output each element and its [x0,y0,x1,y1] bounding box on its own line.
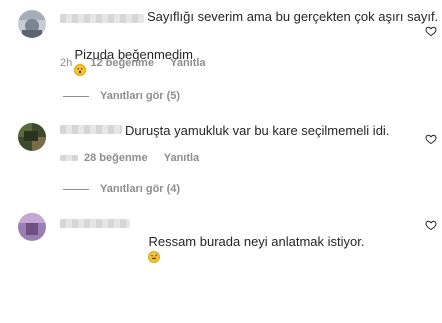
avatar[interactable] [18,213,46,241]
view-replies-divider [63,189,89,190]
view-replies-button[interactable]: Yanıtları gör (5) [100,90,180,102]
timestamp: 2h [60,57,73,69]
avatar-image [18,213,46,241]
comment-meta: 2h 12 beğenme Yanıtla [60,57,206,69]
comment-1: Sayıflığı severim ama bu gerçekten çok a… [0,0,442,76]
view-replies-divider [63,96,89,97]
heart-icon[interactable] [425,219,437,231]
likes-count[interactable]: 12 beğenme [90,57,154,69]
comment-text: Duruşta yamukluk var bu kare seçilmemeli… [125,123,390,138]
reply-button[interactable]: Yanıtla [164,152,199,164]
blurred-region [60,155,78,161]
comment-meta: 28 beğenme Yanıtla [84,152,199,164]
avatar[interactable] [18,123,46,151]
avatar[interactable] [18,10,46,38]
avatar-image [18,10,46,38]
username-blurred[interactable] [60,125,122,134]
comment-text: Sayıflığı severim ama bu gerçekten çok a… [147,9,439,24]
reply-button[interactable]: Yanıtla [170,57,205,69]
likes-count[interactable]: 28 beğenme [84,152,148,164]
comment-text: Ressam burada neyi anlatmak istiyor. [134,215,365,323]
comment-2: Duruşta yamukluk var bu kare seçilmemeli… [0,115,442,195]
username-blurred[interactable] [60,14,144,23]
grinning-sweat-face-icon [148,251,161,263]
heart-icon[interactable] [425,133,437,145]
view-replies-button[interactable]: Yanıtları gör (4) [100,183,180,195]
avatar-image [18,123,46,151]
heart-icon[interactable] [425,25,437,37]
username-blurred[interactable] [60,219,130,228]
comment-3: Ressam burada neyi anlatmak istiyor. [0,205,442,263]
